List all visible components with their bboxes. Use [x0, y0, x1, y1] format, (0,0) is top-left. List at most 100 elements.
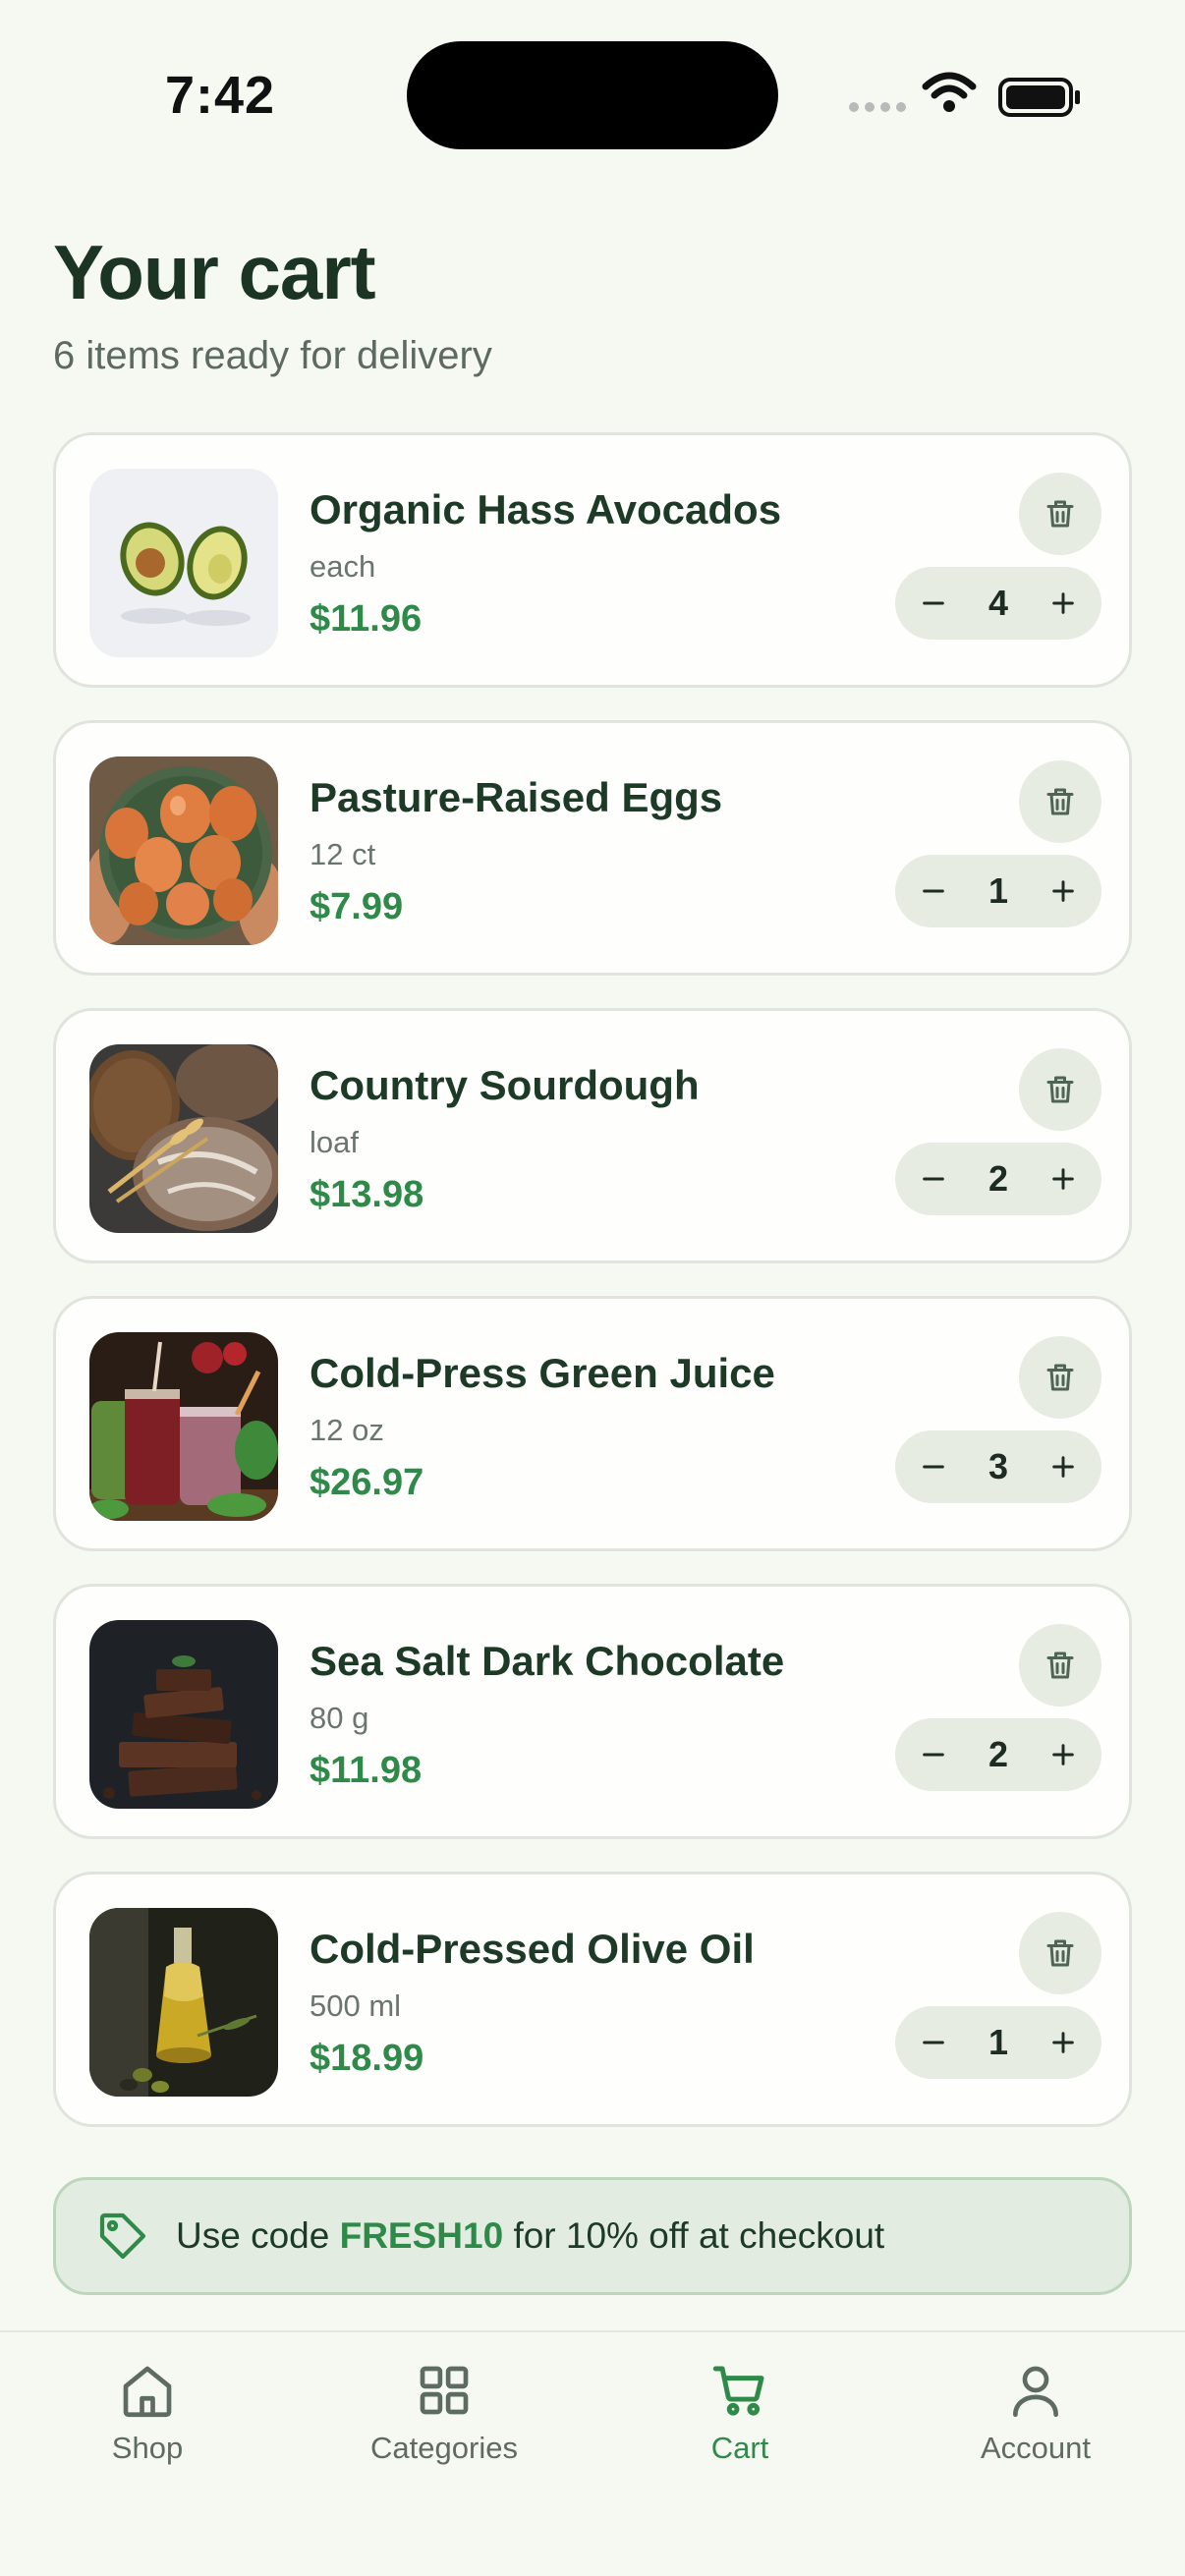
page-subtitle: 6 items ready for delivery: [53, 334, 492, 377]
quantity-value: 3: [988, 1446, 1009, 1486]
promo-banner: Use code FRESH10 for 10% off at checkout: [53, 2177, 1132, 2295]
item-name: Organic Hass Avocados: [310, 486, 782, 532]
item-name: Sea Salt Dark Chocolate: [310, 1638, 785, 1684]
cart-item: Country Sourdough loaf $13.98 2: [53, 1008, 1132, 1263]
quantity-stepper: 1: [895, 855, 1101, 927]
quantity-value: 4: [988, 583, 1009, 623]
user-icon: [1013, 2366, 1058, 2418]
increase-button[interactable]: [1039, 579, 1088, 628]
minus-icon: [923, 1465, 944, 1469]
minus-icon: [923, 1177, 944, 1181]
item-name: Cold-Pressed Olive Oil: [310, 1926, 755, 1972]
minus-icon: [923, 889, 944, 893]
nav-item-account[interactable]: Account: [928, 2358, 1144, 2466]
item-price: $11.98: [310, 1750, 423, 1791]
plus-icon: [1052, 1168, 1074, 1190]
item-name: Cold-Press Green Juice: [310, 1350, 775, 1396]
cart-item: Pasture-Raised Eggs 12 ct $7.99 1: [53, 720, 1132, 976]
nav-item-cart[interactable]: Cart: [632, 2358, 848, 2466]
wifi-icon: [922, 71, 977, 119]
promo-code[interactable]: FRESH10: [340, 2215, 504, 2256]
item-unit: 12 oz: [310, 1413, 384, 1447]
cart-item: Sea Salt Dark Chocolate 80 g $11.98 2: [53, 1584, 1132, 1839]
decrease-button[interactable]: [909, 1154, 958, 1204]
plus-icon: [1052, 880, 1074, 902]
quantity-stepper: 4: [895, 567, 1101, 640]
delete-item-button[interactable]: [1019, 760, 1101, 843]
delete-item-button[interactable]: [1019, 1624, 1101, 1707]
item-price: $26.97: [310, 1462, 424, 1503]
juice-photo: [89, 1332, 278, 1521]
item-price: $18.99: [310, 2038, 424, 2079]
page-title: Your cart: [53, 229, 376, 315]
promo-suffix: for 10% off at checkout: [513, 2215, 885, 2256]
trash-icon: [1046, 500, 1074, 528]
plus-icon: [1052, 2032, 1074, 2053]
grid-icon: [420, 2366, 469, 2415]
decrease-button[interactable]: [909, 867, 958, 916]
quantity-stepper: 2: [895, 1718, 1101, 1791]
item-unit: 500 ml: [310, 1988, 402, 2023]
decrease-button[interactable]: [909, 2018, 958, 2067]
increase-button[interactable]: [1039, 1154, 1088, 1204]
plus-icon: [1052, 1456, 1074, 1478]
quantity-value: 2: [988, 1734, 1009, 1774]
status-bar: 7:42: [0, 0, 1185, 187]
increase-button[interactable]: [1039, 867, 1088, 916]
nav-label: Cart: [710, 2431, 769, 2465]
olive-oil-photo: [89, 1908, 278, 2097]
decrease-button[interactable]: [909, 579, 958, 628]
dynamic-island: [407, 41, 778, 149]
cart-item: Organic Hass Avocados each $11.96 4: [53, 432, 1132, 688]
increase-button[interactable]: [1039, 1730, 1088, 1779]
nav-label: Categories: [370, 2431, 518, 2465]
promo-text: Use code FRESH10 for 10% off at checkout: [176, 2215, 884, 2257]
increase-button[interactable]: [1039, 1442, 1088, 1491]
delete-item-button[interactable]: [1019, 1048, 1101, 1131]
trash-icon: [1046, 1652, 1074, 1679]
avocado-photo: [89, 469, 278, 657]
promo-prefix: Use code: [176, 2215, 330, 2256]
item-price: $11.96: [310, 598, 423, 640]
quantity-value: 1: [988, 2022, 1009, 2062]
minus-icon: [923, 2041, 944, 2044]
trash-icon: [1046, 788, 1074, 815]
delete-item-button[interactable]: [1019, 473, 1101, 555]
item-unit: each: [310, 549, 376, 584]
item-unit: 12 ct: [310, 837, 376, 871]
quantity-value: 2: [988, 1158, 1009, 1199]
bread-photo: [89, 1044, 278, 1233]
delete-item-button[interactable]: [1019, 1336, 1101, 1419]
delete-item-button[interactable]: [1019, 1912, 1101, 1994]
item-unit: 80 g: [310, 1701, 369, 1735]
trash-icon: [1046, 1364, 1074, 1391]
cart-item: Cold-Pressed Olive Oil 500 ml $18.99 1: [53, 1872, 1132, 2127]
cart-icon: [712, 2366, 764, 2416]
bottom-nav: Shop Categories Cart Account: [0, 2330, 1185, 2576]
decrease-button[interactable]: [909, 1442, 958, 1491]
eggs-photo: [89, 756, 278, 945]
nav-item-shop[interactable]: Shop: [39, 2358, 255, 2466]
item-price: $7.99: [310, 886, 404, 927]
item-price: $13.98: [310, 1174, 424, 1215]
item-unit: loaf: [310, 1125, 359, 1159]
nav-item-categories[interactable]: Categories: [336, 2358, 552, 2466]
cart-list: Organic Hass Avocados each $11.96 4 Past…: [53, 432, 1132, 2159]
quantity-stepper: 3: [895, 1430, 1101, 1503]
cart-item: Cold-Press Green Juice 12 oz $26.97 3: [53, 1296, 1132, 1551]
tag-icon: [99, 2212, 146, 2260]
minus-icon: [923, 601, 944, 605]
plus-icon: [1052, 1744, 1074, 1765]
decrease-button[interactable]: [909, 1730, 958, 1779]
item-name: Country Sourdough: [310, 1062, 700, 1108]
nav-label: Shop: [111, 2431, 184, 2465]
plus-icon: [1052, 592, 1074, 614]
trash-icon: [1046, 1076, 1074, 1103]
minus-icon: [923, 1753, 944, 1757]
status-time: 7:42: [165, 66, 276, 125]
increase-button[interactable]: [1039, 2018, 1088, 2067]
nav-label: Account: [980, 2431, 1091, 2465]
item-name: Pasture-Raised Eggs: [310, 774, 723, 820]
quantity-value: 1: [988, 870, 1009, 911]
battery-icon: [998, 77, 1083, 123]
